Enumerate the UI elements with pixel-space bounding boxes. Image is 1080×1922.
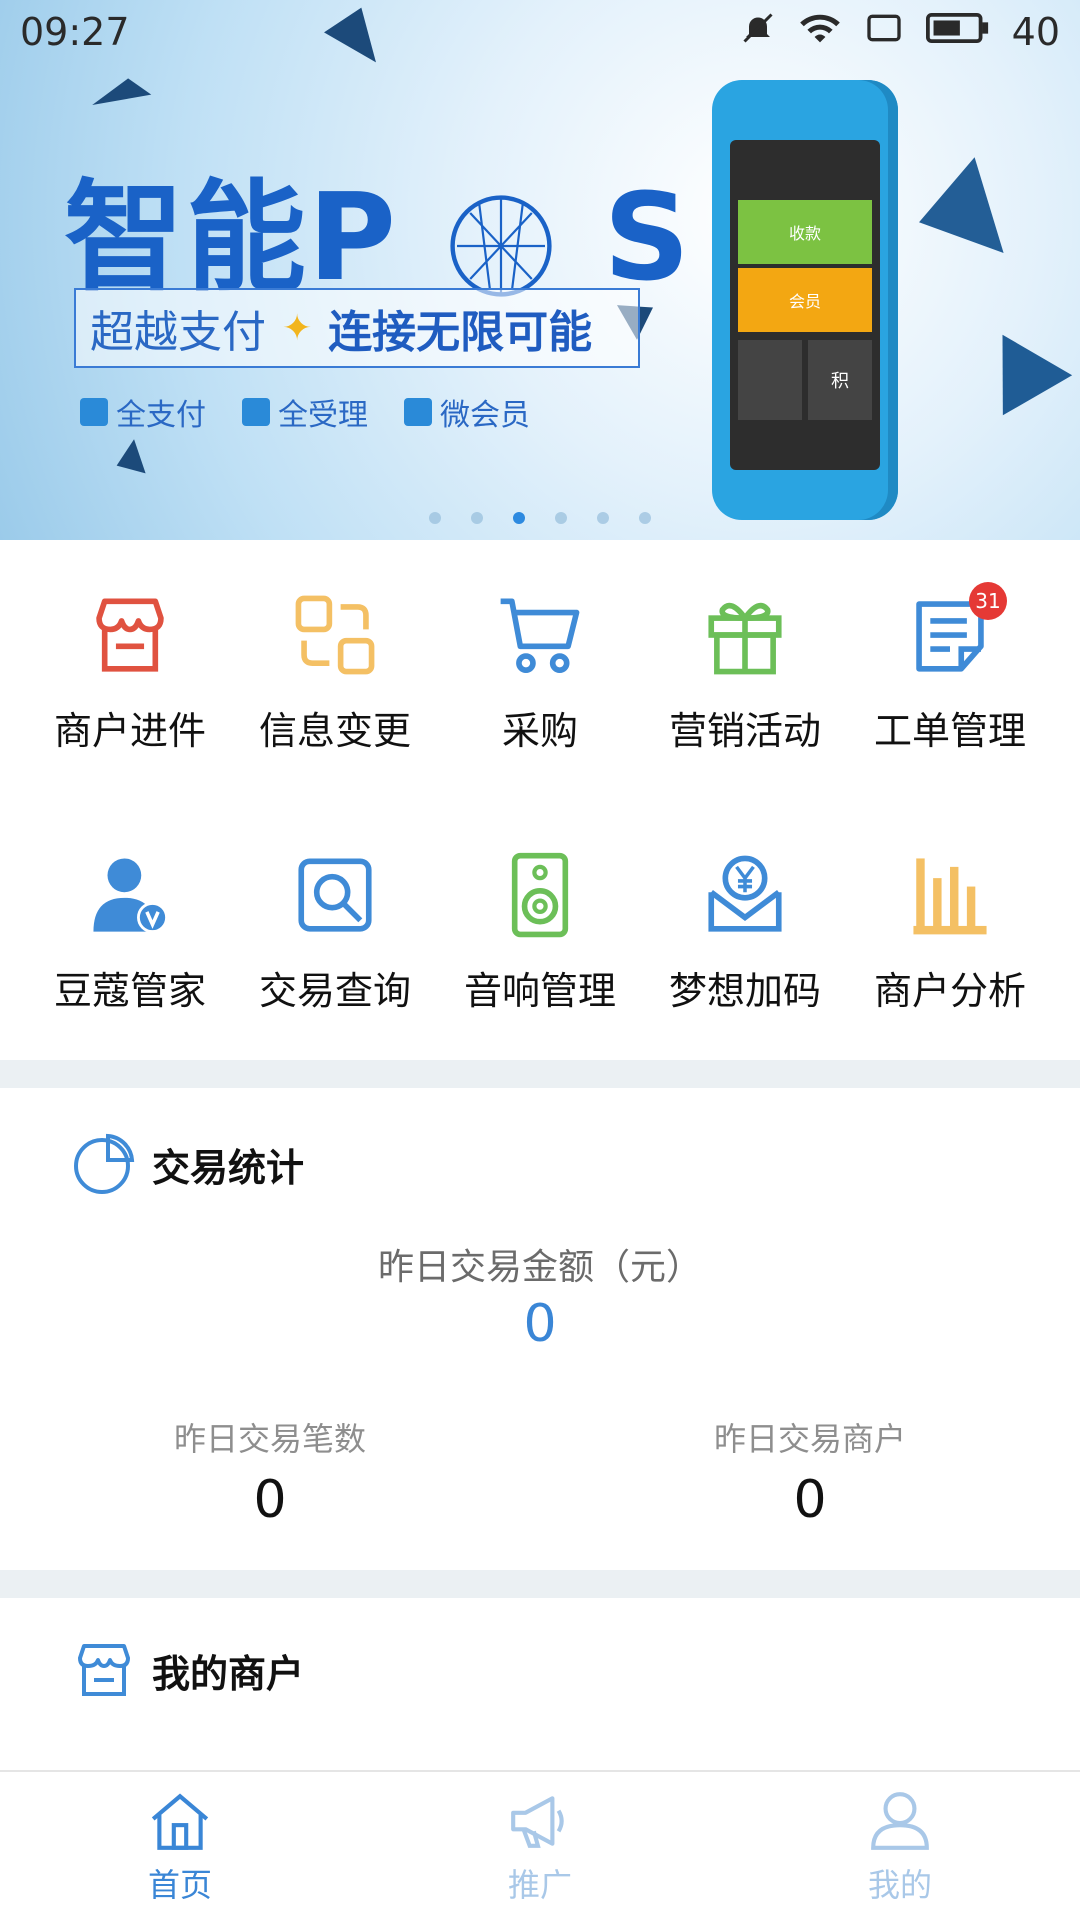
banner-features: 全支付 全受理 微会员	[80, 390, 530, 434]
nav-promote[interactable]: 推广	[360, 1772, 720, 1922]
shard	[967, 314, 1073, 416]
grid-item-label: 梦想加码	[668, 969, 821, 1013]
stats-title: 交易统计	[152, 1145, 305, 1190]
yesterday-merchants-label: 昨日交易商户	[713, 1420, 906, 1458]
grid-item-transaction-query[interactable]: 交易查询	[245, 850, 425, 1015]
wifi-icon	[798, 10, 842, 55]
yesterday-amount-value: 0	[523, 1294, 557, 1354]
megaphone-icon	[511, 1796, 564, 1848]
merchants-header: 我的商户	[72, 1638, 304, 1702]
feature-icon	[404, 398, 432, 426]
pos-screen: 收款 会员 积	[730, 140, 880, 470]
exchange-icon	[295, 595, 375, 675]
store-icon	[96, 598, 164, 672]
nav-promote-label: 推广	[507, 1866, 572, 1904]
slogan-left: 超越支付	[90, 307, 266, 358]
grid-item-label: 采购	[501, 709, 578, 753]
section-divider	[0, 1060, 1080, 1088]
transaction-stats-section: 交易统计 昨日交易金额（元） 0 昨日交易笔数 0 昨日交易商户 0	[0, 1088, 1080, 1570]
nav-me[interactable]: 我的	[720, 1772, 1080, 1922]
shard	[88, 74, 152, 106]
grid-row-2: 豆蔻管家 交易查询 音响管理 梦想加码 商户分析	[40, 850, 1040, 1015]
grid-item-merchant-onboarding[interactable]: 商户进件	[40, 590, 220, 755]
sparkle-icon: ✦	[282, 307, 313, 349]
yesterday-merchants-value: 0	[793, 1470, 827, 1530]
grid-item-doukou-butler[interactable]: 豆蔻管家	[40, 850, 220, 1015]
carousel-dot[interactable]	[555, 512, 567, 524]
carousel-dot[interactable]	[639, 512, 651, 524]
carousel-dot[interactable]	[513, 512, 525, 524]
shard	[919, 147, 1031, 253]
status-time: 09:27	[20, 10, 130, 54]
battery-level: 40	[1011, 10, 1060, 54]
store-outline-icon	[78, 1644, 130, 1696]
speaker-icon	[511, 852, 569, 938]
bar-chart-icon	[913, 858, 987, 935]
feature-item: 全受理	[242, 390, 368, 434]
yesterday-count: 昨日交易笔数 0	[0, 1414, 540, 1530]
carousel-dot[interactable]	[429, 512, 441, 524]
section-divider	[0, 1570, 1080, 1598]
user-icon	[871, 1792, 929, 1850]
sim-icon	[864, 10, 904, 55]
grid-item-merchant-analysis[interactable]: 商户分析	[860, 850, 1040, 1015]
grid-item-marketing[interactable]: 营销活动	[655, 590, 835, 755]
nav-home[interactable]: 首页	[0, 1772, 360, 1922]
vip-user-icon	[93, 858, 168, 933]
grid-item-label: 豆蔻管家	[53, 969, 206, 1013]
feature-icon	[80, 398, 108, 426]
home-icon	[151, 1793, 209, 1850]
carousel-dot[interactable]	[597, 512, 609, 524]
grid-item-purchase[interactable]: 采购	[450, 590, 630, 755]
merchants-title: 我的商户	[152, 1651, 305, 1696]
grid-item-label: 信息变更	[258, 709, 411, 753]
pos-device-image: 收款 会员 积	[712, 80, 898, 520]
gift-icon	[708, 602, 782, 675]
nav-me-label: 我的	[867, 1866, 932, 1904]
function-grid: 商户进件 信息变更 采购 营销活动 31 工单管理 豆蔻管家 交易查询 音响管理…	[0, 540, 1080, 1060]
slogan-box: 超越支付 ✦ 连接无限可能	[74, 288, 640, 368]
feature-item: 全支付	[80, 390, 206, 434]
grid-item-label: 工单管理	[873, 709, 1026, 753]
worksheet-wrapper: 31	[905, 582, 1007, 680]
yuan-envelope-icon	[708, 855, 782, 932]
promo-banner[interactable]: 09:27 40 智能P S 超越支付 ✦ 连接无限可能 全支付 全受理 微会员…	[0, 0, 1080, 540]
cart-icon	[500, 598, 580, 673]
grid-item-label: 商户进件	[53, 709, 206, 753]
yesterday-amount-label: 昨日交易金额（元）	[377, 1247, 702, 1288]
pie-chart-icon	[74, 1133, 135, 1194]
grid-row-1: 商户进件 信息变更 采购 营销活动 31 工单管理	[40, 582, 1040, 755]
grid-item-info-change[interactable]: 信息变更	[245, 590, 425, 755]
slogan-right: 连接无限可能	[328, 307, 593, 358]
pos-tile-orange: 会员	[738, 268, 872, 332]
bottom-nav: 首页 推广 我的	[0, 1770, 1080, 1920]
shard	[116, 436, 154, 474]
stats-header: 交易统计	[72, 1132, 304, 1196]
yesterday-merchants: 昨日交易商户 0	[540, 1414, 1080, 1530]
globe-icon	[450, 195, 552, 297]
yesterday-count-value: 0	[253, 1470, 287, 1530]
mute-icon	[740, 10, 776, 55]
search-doc-icon	[298, 858, 372, 932]
pos-tile-green: 收款	[738, 200, 872, 264]
notification-badge: 31	[969, 582, 1007, 620]
grid-item-dream-bonus[interactable]: 梦想加码	[655, 850, 835, 1015]
grid-item-speaker-management[interactable]: 音响管理	[450, 850, 630, 1015]
carousel-dot[interactable]	[471, 512, 483, 524]
grid-item-label: 营销活动	[668, 709, 821, 753]
grid-item-work-order[interactable]: 31 工单管理	[860, 582, 1040, 755]
my-merchants-section[interactable]: 我的商户	[0, 1598, 1080, 1770]
yesterday-count-label: 昨日交易笔数	[173, 1420, 366, 1458]
nav-home-label: 首页	[147, 1866, 212, 1904]
feature-item: 微会员	[404, 390, 530, 434]
feature-icon	[242, 398, 270, 426]
grid-item-label: 交易查询	[258, 969, 411, 1013]
carousel-dots[interactable]	[0, 512, 1080, 524]
grid-item-label: 商户分析	[873, 969, 1026, 1013]
grid-item-label: 音响管理	[463, 969, 616, 1013]
pos-tile	[738, 340, 802, 420]
battery-icon	[925, 10, 990, 55]
status-bar: 09:27 40	[0, 0, 1080, 64]
pos-tile: 积	[808, 340, 872, 420]
